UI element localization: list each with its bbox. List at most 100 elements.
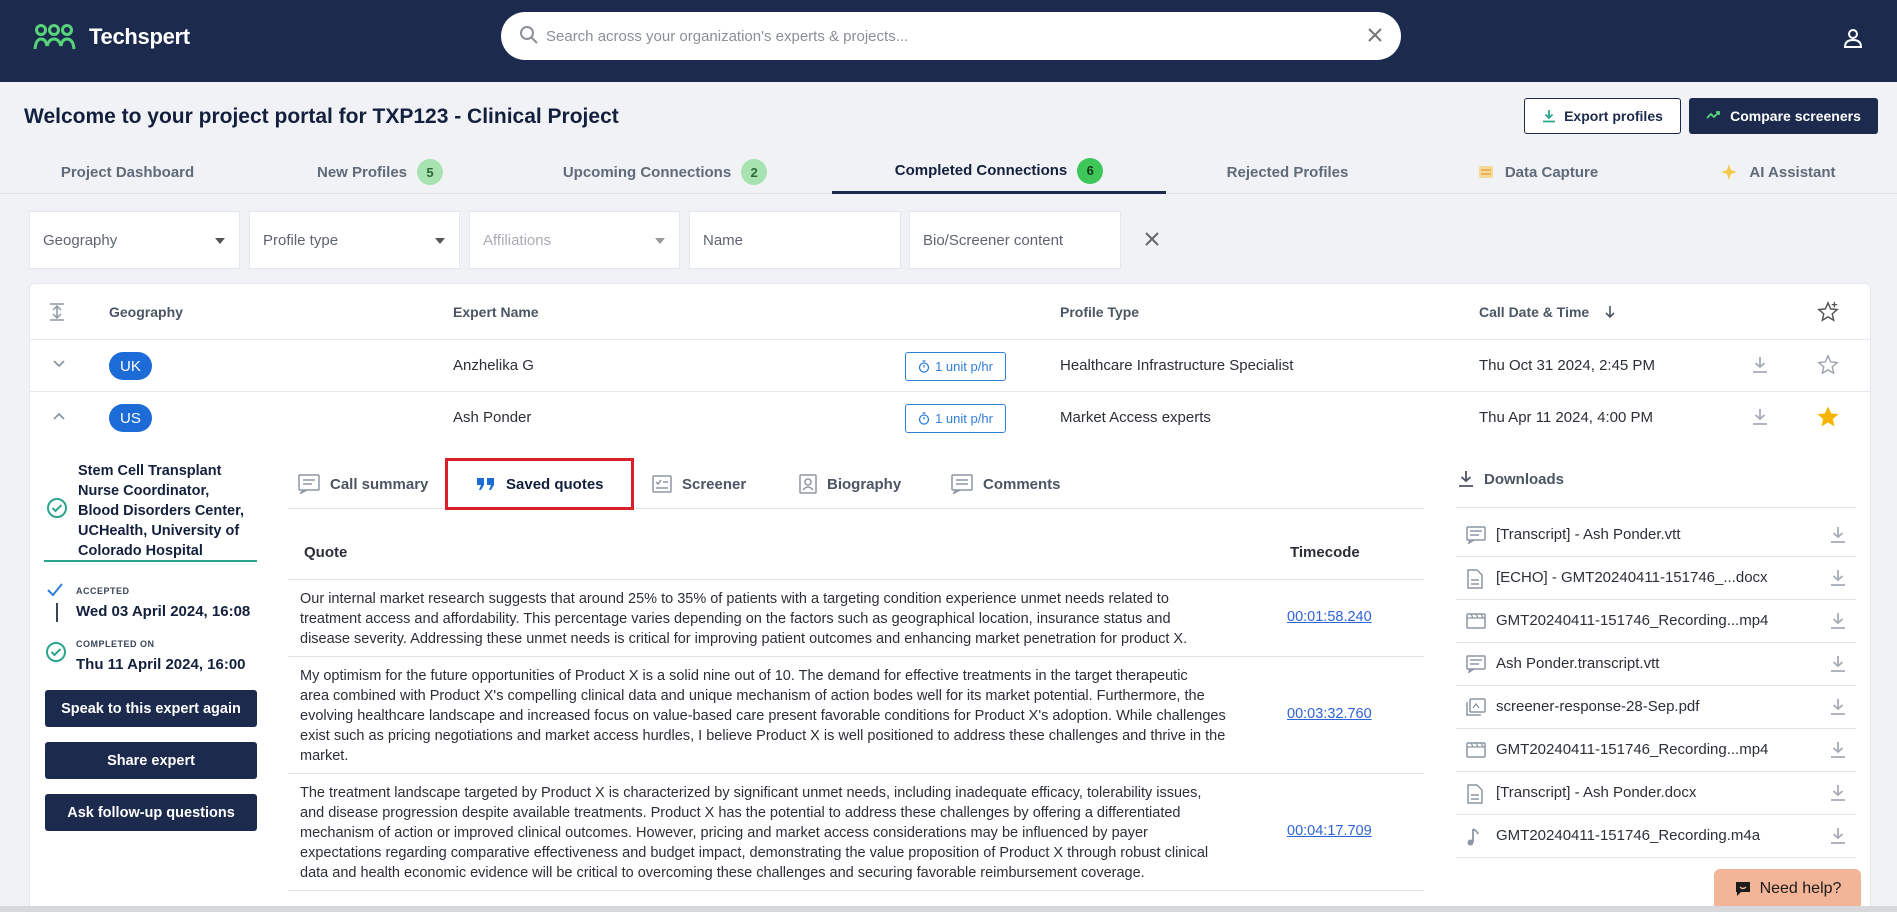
export-profiles-label: Export profiles — [1564, 108, 1663, 124]
sort-down-arrow-icon[interactable] — [1604, 305, 1616, 319]
tab-screener[interactable]: Screener — [652, 459, 746, 509]
profile-type: Healthcare Infrastructure Specialist — [1060, 357, 1294, 374]
profile-type-filter[interactable]: Profile type — [249, 211, 460, 269]
tab-upcoming-connections[interactable]: Upcoming Connections 2 — [555, 150, 775, 194]
download-file-item[interactable]: [Transcript] - Ash Ponder.docx — [1456, 772, 1856, 815]
download-icon — [1543, 110, 1556, 123]
search-icon — [520, 26, 538, 44]
quote-line: exist such as pricing negotiations and m… — [300, 728, 1226, 744]
accepted-label: ACCEPTED — [76, 586, 130, 596]
download-icon[interactable] — [1830, 698, 1846, 716]
download-file-item[interactable]: [Transcript] - Ash Ponder.vtt — [1456, 514, 1856, 557]
timecode-link[interactable]: 00:01:58.240 — [1287, 609, 1372, 625]
tab-project-dashboard[interactable]: Project Dashboard — [40, 150, 215, 194]
export-profiles-button[interactable]: Export profiles — [1524, 98, 1681, 134]
expert-name[interactable]: Anzhelika G — [453, 357, 534, 374]
quote-line: area combined with Product X's compellin… — [300, 688, 1205, 704]
unit-rate-label: 1 unit p/hr — [935, 411, 993, 426]
timecode-column-header: Timecode — [1290, 544, 1360, 561]
video-icon — [1466, 742, 1486, 758]
download-file-item[interactable]: Ash Ponder.transcript.vtt — [1456, 643, 1856, 686]
tab-label: Upcoming Connections — [562, 163, 732, 181]
tab-comments[interactable]: Comments — [951, 459, 1061, 509]
expert-name-header[interactable]: Expert Name — [453, 304, 539, 320]
subtab-label: Screener — [682, 475, 747, 493]
star-filled-icon[interactable] — [1817, 406, 1839, 428]
file-name: GMT20240411-151746_Recording.m4a — [1496, 827, 1761, 844]
quote-line: data and health economic evidence will b… — [300, 865, 1145, 881]
page-title: Welcome to your project portal for TXP12… — [24, 105, 619, 128]
download-icon[interactable] — [1830, 612, 1846, 630]
expert-name[interactable]: Ash Ponder — [453, 409, 531, 426]
download-icon[interactable] — [1830, 784, 1846, 802]
download-icon[interactable] — [1830, 569, 1846, 587]
global-search — [501, 12, 1401, 60]
tab-biography[interactable]: Biography — [799, 459, 901, 509]
download-icon[interactable] — [1830, 526, 1846, 544]
stopwatch-icon — [918, 412, 930, 425]
tab-data-capture[interactable]: Data Capture — [1465, 150, 1610, 194]
file-name: [Transcript] - Ash Ponder.docx — [1496, 784, 1697, 801]
role-line: Stem Cell Transplant — [78, 463, 222, 479]
star-filter-icon[interactable] — [1817, 301, 1839, 323]
download-file-item[interactable]: GMT20240411-151746_Recording...mp4 — [1456, 600, 1856, 643]
download-file-item[interactable]: [ECHO] - GMT20240411-151746_...docx — [1456, 557, 1856, 600]
brand-name: Techspert — [89, 24, 190, 49]
need-help-button[interactable]: Need help? — [1714, 869, 1861, 909]
file-name: [Transcript] - Ash Ponder.vtt — [1496, 526, 1681, 543]
chevron-down-icon[interactable] — [52, 359, 66, 369]
stopwatch-icon — [918, 360, 930, 373]
file-name: Ash Ponder.transcript.vtt — [1496, 655, 1660, 672]
caret-down-icon — [655, 238, 665, 244]
clear-filters-icon[interactable] — [1142, 229, 1162, 249]
expand-all-icon[interactable] — [47, 302, 67, 322]
bottom-scrollbar[interactable] — [0, 906, 1897, 912]
tab-label: Project Dashboard — [60, 163, 195, 181]
user-account-icon[interactable] — [1843, 28, 1863, 48]
profile-type-header[interactable]: Profile Type — [1060, 304, 1139, 320]
tab-new-profiles[interactable]: New Profiles 5 — [300, 150, 460, 194]
search-input[interactable] — [546, 22, 1326, 50]
download-icon[interactable] — [1830, 655, 1846, 673]
table-row[interactable]: UK Anzhelika G 1 unit p/hr Healthcare In… — [30, 340, 1870, 392]
download-file-item[interactable]: GMT20240411-151746_Recording...mp4 — [1456, 729, 1856, 772]
download-icon[interactable] — [1830, 741, 1846, 759]
tab-call-summary[interactable]: Call summary — [298, 459, 428, 509]
downloads-header: Downloads — [1458, 470, 1564, 488]
speak-again-button[interactable]: Speak to this expert again — [45, 690, 257, 727]
bio-screener-filter[interactable]: Bio/Screener content — [909, 211, 1121, 269]
highlight-box — [445, 458, 634, 510]
download-icon[interactable] — [1830, 827, 1846, 845]
call-date-header[interactable]: Call Date & Time — [1479, 304, 1589, 320]
timecode-link[interactable]: 00:04:17.709 — [1287, 823, 1372, 839]
name-filter[interactable]: Name — [689, 211, 901, 269]
check-circle-icon — [46, 642, 66, 662]
table-header: Geography Expert Name Profile Type Call … — [30, 284, 1870, 340]
completed-label: COMPLETED ON — [76, 639, 155, 649]
download-file-item[interactable]: screener-response-28-Sep.pdf — [1456, 686, 1856, 729]
download-icon[interactable] — [1752, 356, 1768, 374]
follow-up-questions-button[interactable]: Ask follow-up questions — [45, 794, 257, 831]
techspert-logo[interactable]: Techspert — [33, 22, 190, 52]
transcript-icon — [1466, 655, 1486, 673]
table-row[interactable]: US Ash Ponder 1 unit p/hr Market Access … — [30, 392, 1870, 444]
geography-header[interactable]: Geography — [109, 304, 183, 320]
clear-search-icon[interactable] — [1365, 25, 1385, 45]
download-icon — [1459, 471, 1473, 487]
compare-screeners-button[interactable]: Compare screeners — [1689, 98, 1878, 134]
tab-label: AI Assistant — [1749, 163, 1836, 181]
star-icon[interactable] — [1817, 354, 1839, 376]
chevron-up-icon[interactable] — [52, 411, 66, 421]
quote-line: Our internal market research suggests th… — [300, 591, 1169, 607]
tab-rejected-profiles[interactable]: Rejected Profiles — [1210, 150, 1365, 194]
tab-ai-assistant[interactable]: AI Assistant — [1715, 150, 1840, 194]
caret-down-icon — [435, 238, 445, 244]
download-icon[interactable] — [1752, 408, 1768, 426]
geography-filter[interactable]: Geography — [29, 211, 240, 269]
tab-completed-connections[interactable]: Completed Connections 6 — [832, 150, 1166, 194]
data-capture-icon — [1478, 166, 1493, 178]
share-expert-button[interactable]: Share expert — [45, 742, 257, 779]
filter-label: Geography — [43, 231, 118, 249]
timecode-link[interactable]: 00:03:32.760 — [1287, 706, 1372, 722]
download-file-item[interactable]: GMT20240411-151746_Recording.m4a — [1456, 815, 1856, 858]
